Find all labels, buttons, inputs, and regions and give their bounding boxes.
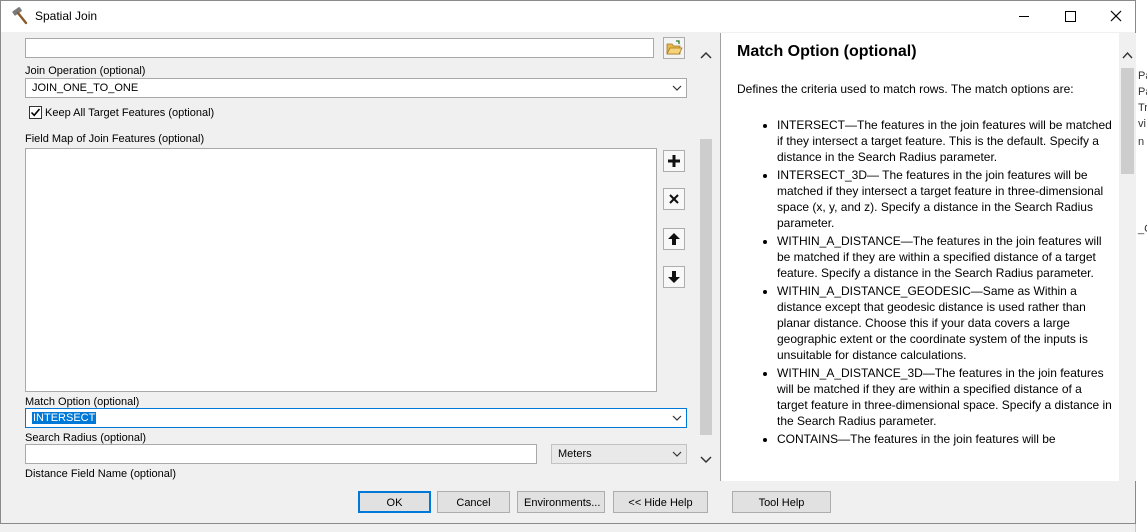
- background-text: Pa: [1138, 86, 1147, 98]
- match-option-label: Match Option (optional): [25, 396, 140, 408]
- background-text: vi: [1138, 118, 1146, 130]
- maximize-button[interactable]: [1047, 1, 1093, 32]
- parameters-scrollbar[interactable]: [695, 33, 717, 481]
- delete-x-icon: [669, 194, 679, 204]
- tool-help-button[interactable]: Tool Help: [732, 491, 831, 513]
- chevron-up-icon: [700, 51, 712, 59]
- ok-button[interactable]: OK: [358, 491, 431, 513]
- join-operation-value: JOIN_ONE_TO_ONE: [32, 82, 139, 94]
- list-item: WITHIN_A_DISTANCE_GEODESIC—Same as Withi…: [777, 283, 1113, 363]
- list-item: CONTAINS—The features in the join featur…: [777, 431, 1113, 447]
- cancel-button[interactable]: Cancel: [437, 491, 510, 513]
- help-title: Match Option (optional): [737, 43, 917, 60]
- checkmark-icon: [30, 108, 41, 117]
- search-radius-unit-select[interactable]: Meters: [551, 444, 687, 464]
- maximize-icon: [1065, 11, 1076, 22]
- move-up-button[interactable]: [663, 228, 685, 250]
- minimize-button[interactable]: [1001, 1, 1047, 32]
- background-window: Pa Pa Tr vi n _C: [1135, 0, 1147, 532]
- help-intro: Defines the criteria used to match rows.…: [737, 82, 1074, 96]
- field-map-list[interactable]: [25, 148, 657, 392]
- join-operation-label: Join Operation (optional): [25, 65, 146, 77]
- window-title: Spatial Join: [35, 9, 98, 23]
- list-item: INTERSECT_3D— The features in the join f…: [777, 167, 1113, 231]
- search-radius-label: Search Radius (optional): [25, 432, 147, 444]
- add-field-button[interactable]: [663, 150, 685, 172]
- close-button[interactable]: [1093, 1, 1139, 32]
- list-item: INTERSECT—The features in the join featu…: [777, 117, 1113, 165]
- hide-help-button[interactable]: << Hide Help: [613, 491, 708, 513]
- minimize-icon: [1019, 16, 1029, 17]
- match-option-select[interactable]: INTERSECT: [25, 408, 687, 428]
- distance-field-label: Distance Field Name (optional): [25, 468, 177, 480]
- scrollbar-thumb[interactable]: [700, 139, 712, 435]
- arrow-down-icon: [668, 271, 680, 283]
- background-text: n: [1138, 136, 1145, 148]
- list-item: WITHIN_A_DISTANCE_3D—The features in the…: [777, 365, 1113, 429]
- spatial-join-dialog: Spatial Join Join Operation (optional) J…: [0, 0, 1136, 524]
- background-text: Pa: [1138, 70, 1147, 82]
- match-option-value: INTERSECT: [32, 412, 97, 424]
- field-map-label: Field Map of Join Features (optional): [25, 133, 205, 145]
- join-operation-select[interactable]: JOIN_ONE_TO_ONE: [25, 78, 687, 98]
- chevron-down-icon: [672, 85, 682, 91]
- join-features-input[interactable]: [25, 38, 654, 58]
- list-item: WITHIN_A_DISTANCE—The features in the jo…: [777, 233, 1113, 281]
- search-radius-input[interactable]: [25, 444, 537, 464]
- keep-all-checkbox[interactable]: [29, 106, 42, 119]
- browse-folder-button[interactable]: [663, 37, 685, 59]
- move-down-button[interactable]: [663, 266, 685, 288]
- folder-open-icon: [666, 40, 683, 55]
- chevron-down-icon: [672, 451, 682, 457]
- keep-all-label: Keep All Target Features (optional): [45, 107, 215, 119]
- help-pane: Match Option (optional) Defines the crit…: [720, 33, 1119, 481]
- delete-field-button[interactable]: [663, 188, 685, 210]
- arrow-up-icon: [668, 233, 680, 245]
- close-icon: [1110, 10, 1122, 22]
- chevron-down-icon: [700, 456, 712, 464]
- plus-icon: [668, 155, 680, 167]
- title-bar[interactable]: Spatial Join: [1, 1, 1135, 32]
- help-scrollbar[interactable]: [1119, 33, 1136, 481]
- background-text: Tr: [1138, 102, 1147, 114]
- search-radius-unit-value: Meters: [558, 448, 592, 460]
- chevron-down-icon: [672, 415, 682, 421]
- environments-button[interactable]: Environments...: [517, 491, 605, 513]
- hammer-icon: [12, 7, 28, 25]
- scrollbar-thumb[interactable]: [1121, 68, 1134, 174]
- parameters-pane: Join Operation (optional) JOIN_ONE_TO_ON…: [7, 33, 717, 481]
- help-list: INTERSECT—The features in the join featu…: [721, 117, 1113, 449]
- chevron-up-icon: [1122, 51, 1133, 59]
- background-text: _C: [1138, 223, 1147, 235]
